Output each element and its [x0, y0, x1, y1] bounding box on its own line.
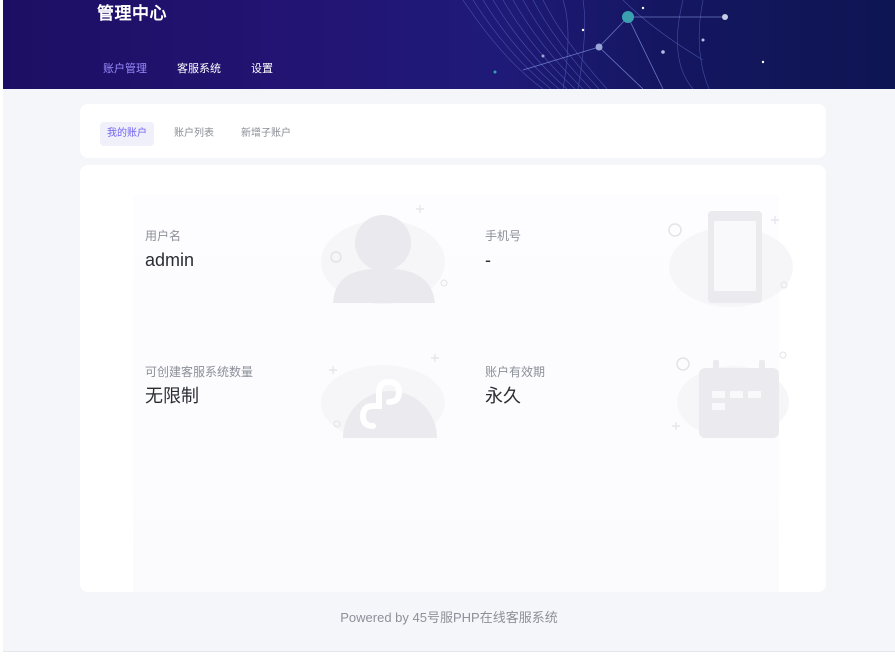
nav-account-management[interactable]: 账户管理: [88, 56, 162, 89]
subtabs-card: 我的账户 账户列表 新增子账户: [80, 104, 826, 158]
top-header: 管理中心 账户管理 客服系统 设置: [3, 0, 895, 89]
nav-customer-service-system[interactable]: 客服系统: [162, 56, 236, 89]
phone-value: -: [485, 250, 491, 270]
tab-add-subaccount[interactable]: 新增子账户: [234, 122, 298, 146]
username-value: admin: [145, 250, 195, 270]
user-icon: [321, 205, 448, 304]
footer-powered-by: Powered by 45号服PHP在线客服系统: [340, 610, 558, 625]
username-label: 用户名: [145, 229, 182, 243]
mini-program-icon: [321, 354, 445, 438]
account-info-card: 用户名 admin 手机号 - 可创建客服系统数量 无限制 账户有效期 永久: [80, 165, 826, 592]
app-frame: 管理中心 账户管理 客服系统 设置 我的账户 账户列表 新增子账户 用户名 ad…: [3, 0, 895, 652]
username-field: 用户名 admin: [145, 229, 194, 271]
validity-value: 永久: [485, 386, 521, 406]
phone-field: 手机号 -: [485, 229, 521, 271]
app-title: 管理中心: [97, 4, 167, 23]
phone-icon: [668, 211, 793, 307]
calendar-icon: [672, 351, 789, 438]
validity-field: 账户有效期 永久: [485, 365, 545, 407]
tab-my-account[interactable]: 我的账户: [100, 122, 154, 146]
tab-account-list[interactable]: 账户列表: [167, 122, 221, 146]
phone-label: 手机号: [485, 229, 522, 243]
nav-settings[interactable]: 设置: [236, 56, 288, 89]
system-quota-value: 无限制: [145, 386, 199, 406]
validity-label: 账户有效期: [485, 365, 546, 379]
main-nav: 账户管理 客服系统 设置: [88, 56, 288, 89]
system-quota-field: 可创建客服系统数量 无限制: [145, 365, 253, 407]
system-quota-label: 可创建客服系统数量: [145, 365, 254, 379]
